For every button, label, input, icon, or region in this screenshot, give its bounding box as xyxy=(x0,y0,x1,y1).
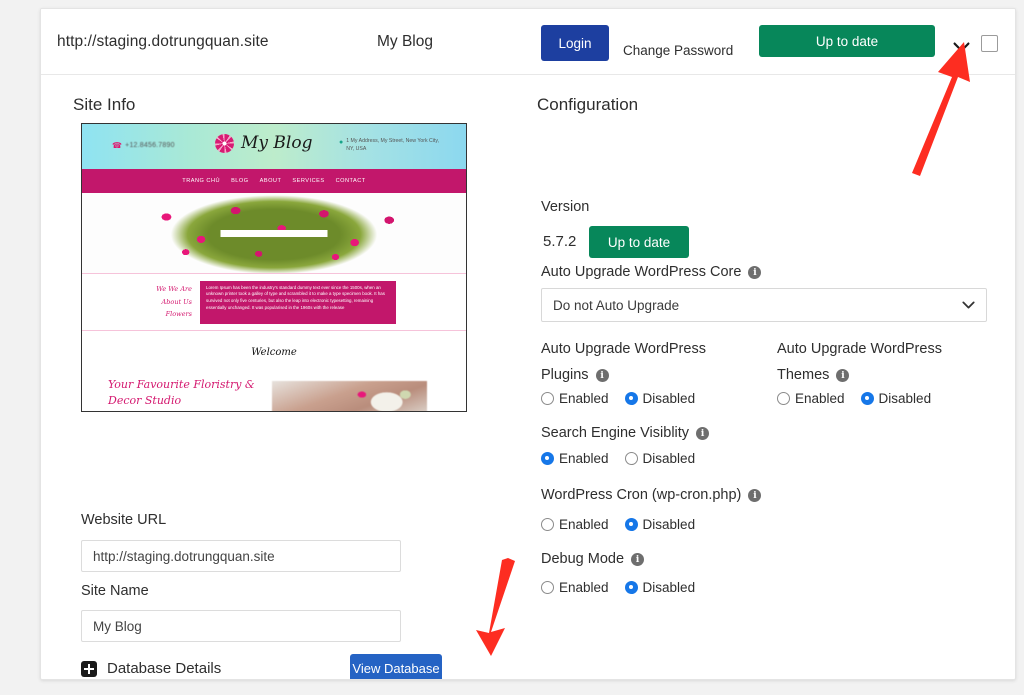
auto-upgrade-core-select[interactable]: Do not Auto Upgrade xyxy=(541,288,987,322)
card-body: Site Info ☎ +12.8456.7890 My Blog xyxy=(41,75,1015,680)
debug-mode-radios: Enabled Disabled xyxy=(541,580,695,595)
info-icon[interactable]: i xyxy=(696,427,709,440)
view-database-button[interactable]: View Database xyxy=(350,654,442,680)
info-icon[interactable]: i xyxy=(748,489,761,502)
change-password-link[interactable]: Change Password xyxy=(623,43,733,58)
database-details-label: Database Details xyxy=(107,660,221,677)
radio-seo-enabled[interactable]: Enabled xyxy=(541,451,609,466)
site-name-label: Site Name xyxy=(81,583,149,599)
info-icon[interactable]: i xyxy=(836,369,849,382)
search-engine-visibility-label: Search Engine Visiblity i xyxy=(541,424,709,443)
wordpress-cron-radios: Enabled Disabled xyxy=(541,517,695,532)
preview-hero-bar xyxy=(221,230,328,237)
radio-icon-selected xyxy=(625,518,638,531)
radio-icon xyxy=(541,392,554,405)
radio-icon xyxy=(777,392,790,405)
site-title-text: My Blog xyxy=(377,33,433,51)
auto-upgrade-themes-radios: Enabled Disabled xyxy=(777,391,931,406)
auto-upgrade-plugins-label: Auto Upgrade WordPress Plugins i xyxy=(541,340,751,385)
radio-icon-selected xyxy=(625,392,638,405)
preview-about-section: We We Are About Us Flowers Lorem Ipsum h… xyxy=(82,274,466,330)
site-preview-thumbnail[interactable]: ☎ +12.8456.7890 My Blog ● 1 My Address, … xyxy=(81,123,467,412)
info-icon[interactable]: i xyxy=(748,266,761,279)
chevron-down-icon[interactable] xyxy=(949,37,973,57)
debug-mode-label: Debug Mode i xyxy=(541,550,644,569)
preview-bouquet-photo xyxy=(272,381,427,412)
row-select-checkbox[interactable] xyxy=(981,35,998,52)
radio-debug-disabled[interactable]: Disabled xyxy=(625,580,696,595)
site-info-title: Site Info xyxy=(73,95,135,115)
page-root: http://staging.dotrungquan.site My Blog … xyxy=(0,0,1024,695)
preview-hero-image xyxy=(82,193,466,273)
radio-cron-disabled[interactable]: Disabled xyxy=(625,517,696,532)
auto-upgrade-plugins-radios: Enabled Disabled xyxy=(541,391,695,406)
version-value: 5.7.2 xyxy=(543,233,576,250)
radio-themes-disabled[interactable]: Disabled xyxy=(861,391,932,406)
preview-nav: TRANG CHỦ BLOG ABOUT SERVICES CONTACT xyxy=(82,169,466,193)
site-card: http://staging.dotrungquan.site My Blog … xyxy=(40,8,1016,680)
preview-tagline: Your Favourite Floristry & Decor Studio xyxy=(108,377,268,409)
database-details-toggle[interactable]: Database Details xyxy=(81,660,221,677)
auto-upgrade-core-value: Do not Auto Upgrade xyxy=(553,298,679,313)
map-pin-icon: ● xyxy=(339,138,343,154)
radio-debug-enabled[interactable]: Enabled xyxy=(541,580,609,595)
search-engine-visibility-radios: Enabled Disabled xyxy=(541,451,695,466)
preview-address: ● 1 My Address, My Street, New York City… xyxy=(339,138,444,154)
preview-phone: ☎ +12.8456.7890 xyxy=(112,141,175,150)
site-url-text: http://staging.dotrungquan.site xyxy=(57,33,269,51)
preview-nav-item: ABOUT xyxy=(260,178,282,184)
up-to-date-status-button[interactable]: Up to date xyxy=(759,25,935,57)
radio-icon-selected xyxy=(861,392,874,405)
auto-upgrade-core-label: Auto Upgrade WordPress Core i xyxy=(541,263,761,282)
login-button[interactable]: Login xyxy=(541,25,609,61)
phone-icon: ☎ xyxy=(112,141,122,150)
preview-nav-item: SERVICES xyxy=(292,178,324,184)
preview-nav-item: TRANG CHỦ xyxy=(182,178,220,184)
card-header: http://staging.dotrungquan.site My Blog … xyxy=(41,9,1015,75)
preview-topbar: ☎ +12.8456.7890 My Blog ● 1 My Address, … xyxy=(82,124,466,169)
preview-nav-item: CONTACT xyxy=(336,178,366,184)
radio-cron-enabled[interactable]: Enabled xyxy=(541,517,609,532)
chevron-down-icon xyxy=(962,298,975,313)
radio-plugins-enabled[interactable]: Enabled xyxy=(541,391,609,406)
radio-icon xyxy=(625,452,638,465)
info-icon[interactable]: i xyxy=(631,553,644,566)
wordpress-cron-label: WordPress Cron (wp-cron.php) i xyxy=(541,486,761,505)
radio-themes-enabled[interactable]: Enabled xyxy=(777,391,845,406)
preview-brand-text: My Blog xyxy=(241,133,312,153)
preview-welcome-text: Welcome xyxy=(82,331,466,373)
preview-about-text: Lorem Ipsum has been the industry's stan… xyxy=(200,281,396,324)
auto-upgrade-themes-label: Auto Upgrade WordPress Themes i xyxy=(777,340,977,385)
info-icon[interactable]: i xyxy=(596,369,609,382)
radio-seo-disabled[interactable]: Disabled xyxy=(625,451,696,466)
website-url-label: Website URL xyxy=(81,512,166,528)
site-name-input[interactable]: My Blog xyxy=(81,610,401,642)
preview-brand: My Blog xyxy=(215,133,312,153)
version-status-badge[interactable]: Up to date xyxy=(589,226,689,258)
radio-icon xyxy=(541,581,554,594)
flower-logo-icon xyxy=(215,134,234,153)
configuration-title: Configuration xyxy=(537,95,638,115)
radio-icon xyxy=(541,518,554,531)
preview-nav-item: BLOG xyxy=(231,178,249,184)
radio-icon-selected xyxy=(625,581,638,594)
website-url-input[interactable]: http://staging.dotrungquan.site xyxy=(81,540,401,572)
preview-bottom-section: Your Favourite Floristry & Decor Studio xyxy=(82,373,466,412)
radio-plugins-disabled[interactable]: Disabled xyxy=(625,391,696,406)
plus-expand-icon xyxy=(81,661,97,677)
radio-icon-selected xyxy=(541,452,554,465)
version-label: Version xyxy=(541,198,589,217)
preview-about-heading: We We Are About Us Flowers xyxy=(152,283,192,320)
